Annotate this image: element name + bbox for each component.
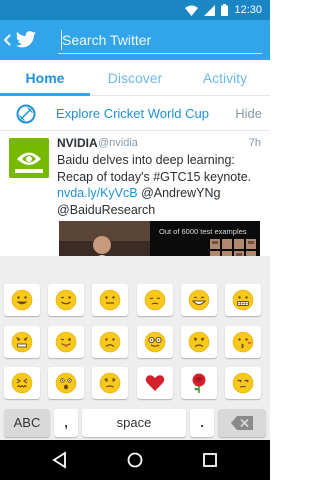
- emoji-key-astonished-face[interactable]: [48, 367, 84, 399]
- tab-discover[interactable]: Discover: [90, 60, 180, 96]
- status-time: 12:30: [234, 4, 262, 16]
- emoji-key-sad-face[interactable]: [92, 326, 128, 358]
- astonished-face-icon: [55, 372, 77, 394]
- emoji-key-red-heart[interactable]: [137, 367, 173, 399]
- emoji-key-frowning-face[interactable]: [181, 326, 217, 358]
- emoji-key-big-smile-face[interactable]: [181, 284, 217, 316]
- emoji-key-grinning-face[interactable]: [4, 284, 40, 316]
- tweet-author-handle[interactable]: @nvidia: [98, 137, 138, 149]
- tab-bar: Home Discover Activity: [0, 60, 270, 96]
- emoji-key-pensive-face[interactable]: [137, 284, 173, 316]
- nav-recents-icon[interactable]: [200, 450, 220, 470]
- search-input[interactable]: [62, 29, 262, 51]
- emoji-key-winking-face[interactable]: [48, 284, 84, 316]
- tweet-text-main: Baidu delves into deep learning: Recap o…: [57, 153, 252, 184]
- kiss-face-icon: [232, 331, 254, 353]
- nav-home-icon[interactable]: [125, 450, 145, 470]
- emoji-keyboard: ABC , space .: [0, 256, 270, 440]
- active-tab-indicator: [0, 93, 90, 96]
- explore-banner[interactable]: Explore Cricket World Cup Hide: [0, 97, 270, 131]
- abc-key[interactable]: ABC: [4, 409, 50, 437]
- neutral-face-icon: [99, 289, 121, 311]
- avatar[interactable]: [9, 138, 49, 178]
- angry-face-icon: [11, 331, 33, 353]
- tweet-time: 7h: [248, 137, 261, 149]
- red-rose-icon: [192, 373, 206, 393]
- backspace-key[interactable]: [218, 409, 266, 437]
- hide-button[interactable]: Hide: [235, 106, 262, 121]
- emoji-key-neutral-face[interactable]: [92, 284, 128, 316]
- sad-face-icon: [99, 331, 121, 353]
- tweet-author-name[interactable]: NVIDIA: [57, 136, 98, 150]
- confounded-face-icon: [11, 372, 33, 394]
- worried-face-icon: [99, 372, 121, 394]
- nvidia-logo-icon: [9, 138, 49, 178]
- signal-icon: [204, 4, 216, 16]
- emoji-key-red-rose[interactable]: [181, 367, 217, 399]
- winking-tongue-face-icon: [55, 331, 77, 353]
- android-nav-bar: [0, 440, 270, 480]
- wifi-icon: [185, 5, 199, 16]
- explore-text[interactable]: Explore Cricket World Cup: [56, 106, 209, 121]
- cricket-ball-icon: [16, 104, 36, 124]
- battery-icon: [221, 4, 229, 16]
- emoji-key-grimacing-face[interactable]: [225, 284, 261, 316]
- red-heart-icon: [145, 375, 165, 391]
- tab-home[interactable]: Home: [0, 60, 90, 96]
- backspace-icon: [231, 416, 253, 430]
- unamused-face-icon: [232, 372, 254, 394]
- nav-back-icon[interactable]: [50, 450, 70, 470]
- grimacing-face-icon: [232, 289, 254, 311]
- emoji-key-unamused-face[interactable]: [225, 367, 261, 399]
- nerd-glasses-face-icon: [144, 331, 166, 353]
- space-key[interactable]: space: [82, 409, 186, 437]
- emoji-key-confounded-face[interactable]: [4, 367, 40, 399]
- tab-activity[interactable]: Activity: [180, 60, 270, 96]
- grinning-face-icon: [11, 289, 33, 311]
- emoji-key-kiss-face[interactable]: [225, 326, 261, 358]
- pensive-face-icon: [144, 289, 166, 311]
- slide-caption: Out of 6000 test examples: [159, 227, 247, 236]
- emoji-key-nerd-glasses-face[interactable]: [137, 326, 173, 358]
- emoji-key-angry-face[interactable]: [4, 326, 40, 358]
- emoji-key-worried-face[interactable]: [92, 367, 128, 399]
- app-bar: [0, 20, 270, 60]
- back-arrow-icon[interactable]: [3, 32, 13, 48]
- search-underline: [58, 53, 262, 54]
- winking-face-icon: [55, 289, 77, 311]
- big-smile-face-icon: [188, 289, 210, 311]
- emoji-key-winking-tongue-face[interactable]: [48, 326, 84, 358]
- period-key[interactable]: .: [190, 409, 214, 437]
- tweet-link[interactable]: nvda.ly/KyVcB: [57, 186, 138, 200]
- comma-key[interactable]: ,: [54, 409, 78, 437]
- twitter-bird-icon: [15, 31, 37, 48]
- status-bar: 12:30: [0, 0, 270, 20]
- tweet-text: Baidu delves into deep learning: Recap o…: [57, 152, 262, 218]
- frowning-face-icon: [188, 331, 210, 353]
